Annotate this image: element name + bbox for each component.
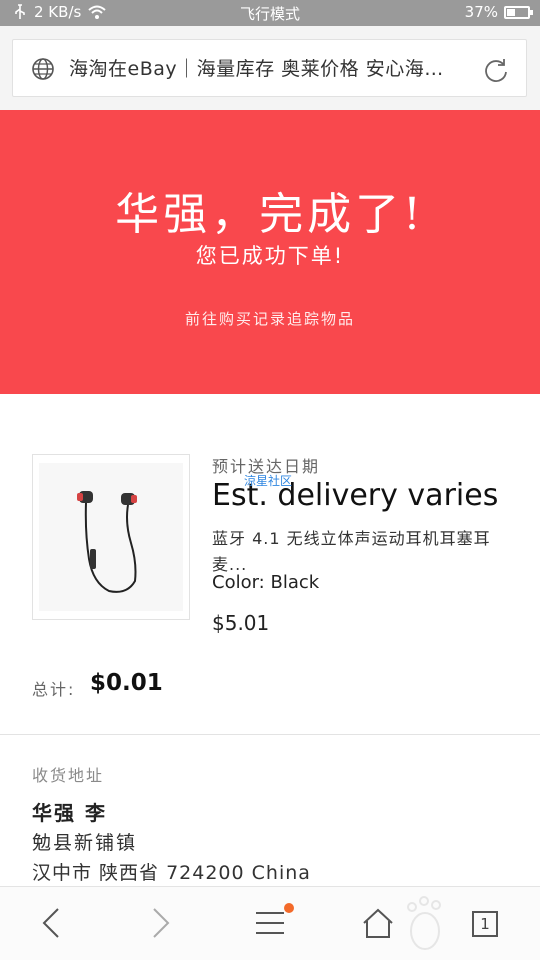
- product-title[interactable]: 蓝牙 4.1 无线立体声运动耳机耳塞耳 麦...: [212, 526, 512, 578]
- product-title-line1: 蓝牙 4.1 无线立体声运动耳机耳塞耳: [212, 529, 491, 548]
- page-title[interactable]: 海淘在eBay｜海量库存 奥莱价格 安心海…: [69, 54, 449, 81]
- status-bar: 2 KB/s 飞行模式 37%: [0, 0, 540, 26]
- section-divider: [0, 734, 540, 735]
- product-image[interactable]: [32, 454, 190, 620]
- back-icon[interactable]: [30, 901, 74, 945]
- refresh-icon[interactable]: [482, 56, 510, 84]
- airplane-mode-label: 飞行模式: [239, 5, 300, 23]
- globe-icon: [32, 58, 54, 80]
- address-line-1: 勉县新铺镇: [32, 832, 138, 854]
- hero-subtitle: 您已成功下单!: [195, 244, 345, 268]
- status-right: 37%: [464, 3, 533, 21]
- battery-percentage: 37%: [464, 3, 498, 21]
- bottom-toolbar: [0, 886, 540, 960]
- tabs-icon[interactable]: 1: [472, 911, 498, 937]
- product-price: $5.01: [212, 611, 270, 635]
- total-label: 总计:: [32, 680, 76, 699]
- address-bar-container: 海淘在eBay｜海量库存 奥莱价格 安心海…: [0, 26, 540, 110]
- hero-title: 华强，完成了!: [115, 189, 425, 240]
- home-icon[interactable]: [356, 901, 400, 945]
- watermark: 涼星社区: [244, 474, 293, 488]
- recipient-name: 华强 李: [32, 801, 107, 825]
- total-value: $0.01: [90, 670, 163, 696]
- forward-icon[interactable]: [138, 901, 182, 945]
- product-color: Color: Black: [212, 572, 320, 593]
- menu-notification-badge: [284, 903, 294, 913]
- paw-watermark-icon: [407, 896, 441, 950]
- earphones-icon: [77, 491, 137, 593]
- address-line-2: 汉中市 陕西省 724200 China: [32, 862, 311, 884]
- address-bar[interactable]: 海淘在eBay｜海量库存 奥莱价格 安心海…: [12, 39, 527, 97]
- shipping-address-label: 收货地址: [32, 766, 105, 785]
- battery-icon: [504, 5, 533, 19]
- purchase-history-link[interactable]: 前往购买记录追踪物品: [0, 308, 540, 329]
- order-confirmation-banner: 华强，完成了! 您已成功下单! 前往购买记录追踪物品: [0, 110, 540, 394]
